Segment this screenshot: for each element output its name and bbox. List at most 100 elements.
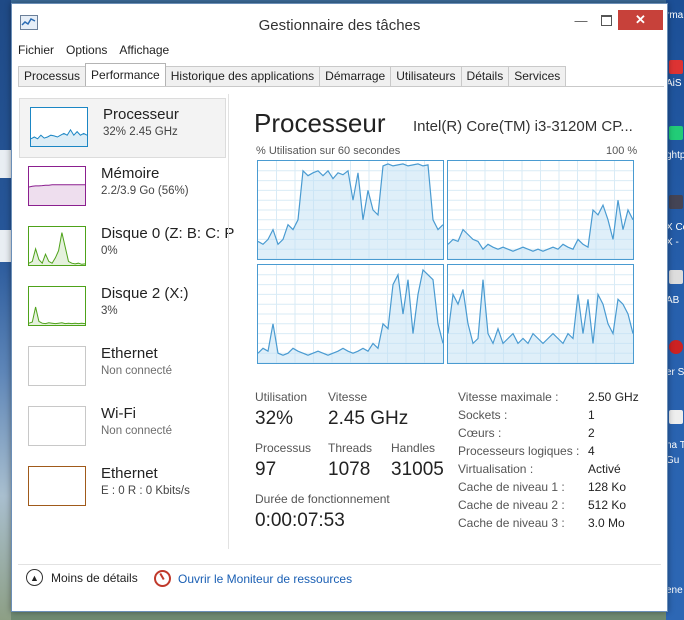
spec-value: 3.0 Mo bbox=[588, 516, 625, 530]
resource-item-processeur[interactable]: Processeur 32% 2.45 GHz bbox=[19, 98, 226, 158]
desktop-icon[interactable] bbox=[666, 60, 684, 74]
desktop-shortcut-icon bbox=[669, 270, 683, 284]
desktop-icon-label[interactable]: X - bbox=[666, 237, 684, 248]
tab-strip-border bbox=[18, 86, 664, 87]
menu-bar: Fichier Options Affichage bbox=[12, 41, 175, 61]
tab-processus[interactable]: Processus bbox=[18, 66, 87, 86]
tab-strip: Processus Performance Historique des app… bbox=[18, 63, 567, 86]
graph-caption: % Utilisation sur 60 secondes bbox=[256, 145, 401, 157]
core-graph-2 bbox=[447, 160, 634, 260]
processeur-mini-graph bbox=[30, 107, 88, 147]
title-bar[interactable]: Gestionnaire des tâches — ✕ bbox=[12, 4, 667, 38]
spec-label: Cache de niveau 1 : bbox=[458, 480, 565, 494]
threads-label: Threads bbox=[328, 441, 373, 455]
spec-value: 128 Ko bbox=[588, 480, 627, 494]
close-button[interactable]: ✕ bbox=[618, 10, 663, 30]
resource-item-disque-2[interactable]: Disque 2 (X:) 3% bbox=[18, 278, 223, 336]
tab-utilisateurs[interactable]: Utilisateurs bbox=[390, 66, 462, 86]
resource-name: Ethernet bbox=[101, 345, 158, 362]
menu-options[interactable]: Options bbox=[60, 41, 113, 61]
resource-name: Ethernet bbox=[101, 465, 158, 482]
resource-item-ethernet[interactable]: Ethernet Non connecté bbox=[18, 338, 223, 396]
maximize-button[interactable] bbox=[594, 10, 618, 30]
spec-value: 2.50 GHz bbox=[588, 390, 639, 404]
desktop-shortcut-icon bbox=[669, 195, 683, 209]
menu-affichage[interactable]: Affichage bbox=[113, 41, 175, 61]
resource-item-ethernet-2[interactable]: Ethernet E : 0 R : 0 Kbits/s bbox=[18, 458, 223, 516]
minimize-button[interactable]: — bbox=[569, 10, 593, 30]
resource-list: Processeur 32% 2.45 GHz Mémoire 2.2/3.9 … bbox=[18, 94, 234, 564]
desktop-icon[interactable] bbox=[666, 195, 684, 209]
minimize-icon: — bbox=[574, 12, 588, 28]
disque0-mini-graph bbox=[28, 226, 86, 266]
spec-value: 4 bbox=[588, 444, 595, 458]
close-icon: ✕ bbox=[635, 12, 646, 27]
resource-name: Mémoire bbox=[101, 165, 160, 182]
desktop-icon-label[interactable]: Gu bbox=[666, 455, 684, 466]
desktop-icon-label[interactable]: AB bbox=[666, 295, 684, 306]
threads-value: 1078 bbox=[328, 459, 371, 480]
resource-monitor-label: Ouvrir le Moniteur de ressources bbox=[178, 571, 353, 586]
desktop-shortcut-icon bbox=[669, 60, 683, 74]
spec-value: 512 Ko bbox=[588, 498, 627, 512]
uptime-label: Durée de fonctionnement bbox=[255, 492, 390, 506]
core-graph-4 bbox=[447, 264, 634, 364]
tab-details[interactable]: Détails bbox=[460, 66, 510, 86]
utilisation-label: Utilisation bbox=[255, 390, 308, 404]
resource-item-disque-0[interactable]: Disque 0 (Z: B: C: P 0% bbox=[18, 218, 234, 276]
spec-value: Activé bbox=[588, 462, 621, 476]
desktop-icon[interactable] bbox=[666, 126, 684, 140]
desktop-icon[interactable] bbox=[666, 270, 684, 284]
utilisation-value: 32% bbox=[255, 408, 294, 429]
core-graph-3 bbox=[257, 264, 444, 364]
spec-label: Sockets : bbox=[458, 408, 508, 422]
tab-historique[interactable]: Historique des applications bbox=[164, 66, 321, 86]
spec-label: Vitesse maximale : bbox=[458, 390, 559, 404]
desktop-icon-label[interactable]: rma bbox=[666, 10, 684, 21]
chevron-up-icon: ▲ bbox=[26, 569, 43, 586]
menu-fichier[interactable]: Fichier bbox=[12, 41, 60, 61]
resource-detail: 3% bbox=[101, 305, 118, 317]
resource-item-wifi[interactable]: Wi-Fi Non connecté bbox=[18, 398, 223, 456]
spec-label: Cœurs : bbox=[458, 426, 502, 440]
spec-label: Cache de niveau 2 : bbox=[458, 498, 565, 512]
processus-label: Processus bbox=[255, 441, 312, 455]
resource-name: Disque 2 (X:) bbox=[101, 285, 189, 302]
spec-label: Cache de niveau 3 : bbox=[458, 516, 565, 530]
desktop-right-strip: rma AiS ghtp X Ce X - AB er S na T Gu en… bbox=[666, 0, 684, 620]
spec-label: Processeurs logiques : bbox=[458, 444, 580, 458]
handles-label: Handles bbox=[391, 441, 436, 455]
tab-demarrage[interactable]: Démarrage bbox=[319, 66, 392, 86]
processus-value: 97 bbox=[255, 459, 277, 480]
desktop-fragment bbox=[0, 230, 11, 262]
resource-detail: 0% bbox=[101, 245, 118, 257]
desktop-icon-label[interactable]: na T bbox=[666, 440, 684, 451]
graph-max-label: 100 % bbox=[606, 145, 638, 157]
cpu-model: Intel(R) Core(TM) i3-3120M CP... bbox=[413, 118, 633, 135]
memoire-mini-graph bbox=[28, 166, 86, 206]
resource-monitor-link[interactable]: Ouvrir le Moniteur de ressources bbox=[154, 570, 352, 587]
vitesse-label: Vitesse bbox=[328, 390, 368, 404]
desktop-icon[interactable] bbox=[666, 410, 684, 424]
less-details-button[interactable]: ▲ Moins de détails bbox=[26, 569, 138, 586]
desktop-icon-label[interactable]: AiS bbox=[666, 78, 684, 89]
less-details-label: Moins de détails bbox=[51, 570, 138, 585]
resource-item-memoire[interactable]: Mémoire 2.2/3.9 Go (56%) bbox=[18, 158, 223, 216]
resource-detail: E : 0 R : 0 Kbits/s bbox=[101, 485, 190, 497]
desktop-icon-label[interactable]: ghtp bbox=[666, 150, 684, 161]
uptime-value: 0:00:07:53 bbox=[255, 510, 345, 531]
spec-value: 2 bbox=[588, 426, 595, 440]
page-title: Processeur bbox=[254, 108, 386, 138]
desktop-icon-label[interactable]: X Ce bbox=[666, 222, 684, 233]
resource-monitor-icon bbox=[154, 570, 171, 587]
task-manager-window: Gestionnaire des tâches — ✕ Fichier Opti… bbox=[11, 3, 668, 612]
tab-performance[interactable]: Performance bbox=[85, 63, 166, 86]
pane-divider[interactable] bbox=[228, 94, 229, 549]
desktop-icon-label[interactable]: ene bbox=[666, 585, 684, 596]
wifi-mini-graph bbox=[28, 406, 86, 446]
desktop-icon-label[interactable]: er S bbox=[666, 367, 684, 378]
desktop-icon[interactable] bbox=[666, 340, 684, 354]
tab-services[interactable]: Services bbox=[508, 66, 567, 86]
resource-name: Wi-Fi bbox=[101, 405, 136, 422]
resource-detail: Non connecté bbox=[101, 425, 172, 437]
